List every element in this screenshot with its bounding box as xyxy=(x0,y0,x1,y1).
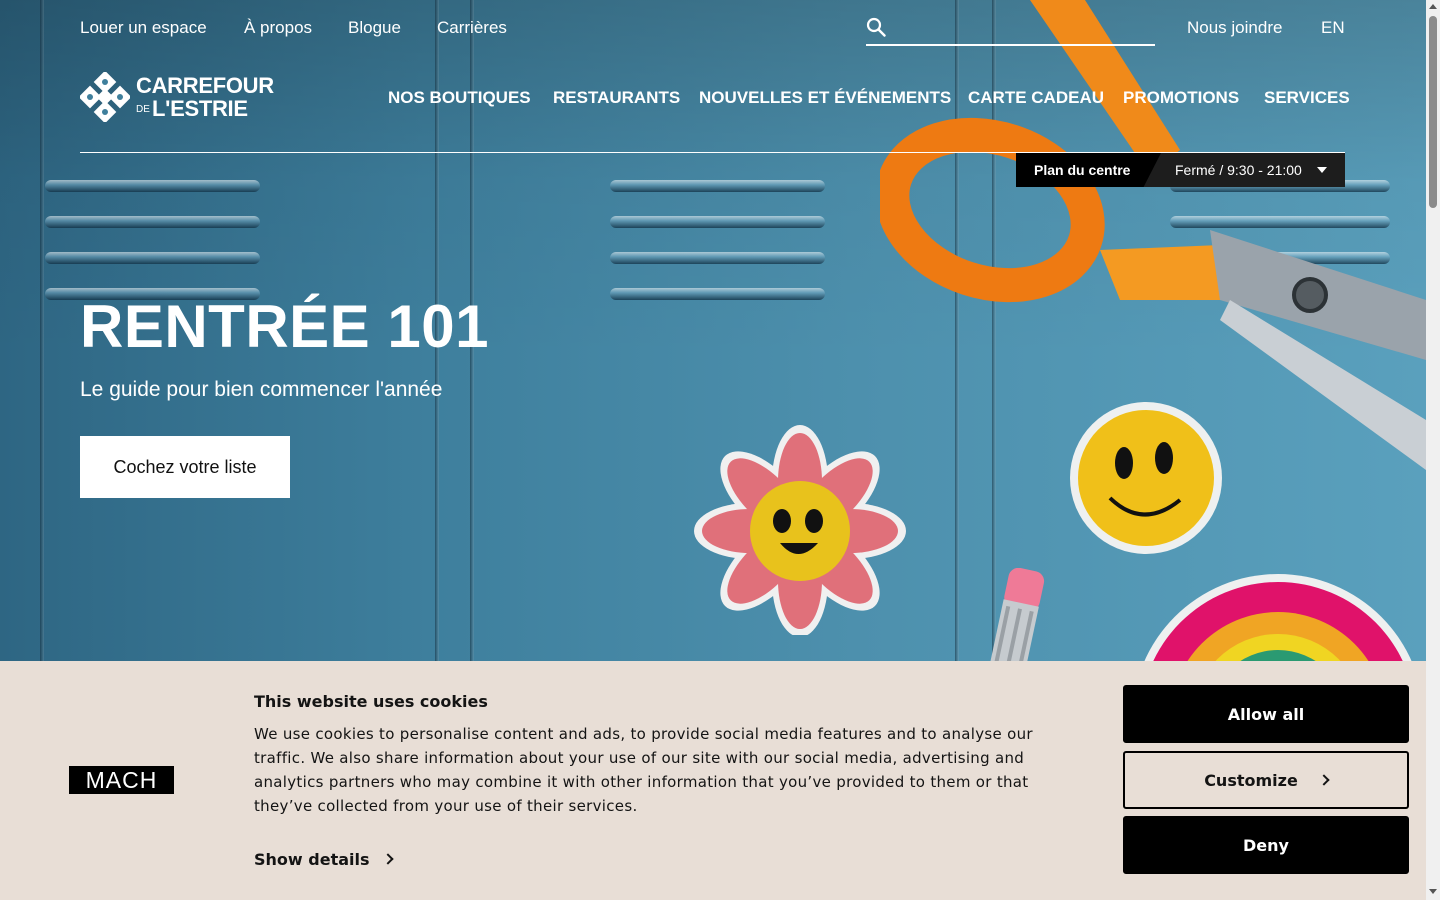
scrollbar-thumb[interactable] xyxy=(1429,16,1437,208)
page-scrollbar[interactable] xyxy=(1426,0,1440,900)
smiley-sticker-image xyxy=(1070,402,1222,554)
store-info-bar: Plan du centre Fermé / 9:30 - 21:00 xyxy=(1016,153,1345,187)
cookie-title: This website uses cookies xyxy=(254,692,488,711)
allow-all-button[interactable]: Allow all xyxy=(1123,685,1409,743)
search-input[interactable] xyxy=(896,14,1150,42)
plan-du-centre-label: Plan du centre xyxy=(1034,162,1131,178)
locker-vents xyxy=(610,180,825,324)
util-link-carrieres[interactable]: Carrières xyxy=(437,18,507,38)
language-toggle[interactable]: EN xyxy=(1321,18,1345,38)
search-bar xyxy=(866,12,1155,46)
logo-text-de: DE xyxy=(136,104,150,115)
hero-cta-button[interactable]: Cochez votre liste xyxy=(80,436,290,498)
customize-button[interactable]: Customize xyxy=(1123,751,1409,809)
search-icon[interactable] xyxy=(866,17,886,37)
contact-link[interactable]: Nous joindre xyxy=(1187,18,1282,38)
flower-sticker-image xyxy=(694,425,906,635)
scroll-up-arrow-icon[interactable] xyxy=(1429,4,1437,9)
util-link-blogue[interactable]: Blogue xyxy=(348,18,401,38)
show-details-link[interactable]: Show details xyxy=(254,849,394,871)
nav-services[interactable]: SERVICES xyxy=(1264,88,1350,108)
site-logo[interactable]: CARREFOUR DE L'ESTRIE xyxy=(80,72,290,126)
hero-subtitle: Le guide pour bien commencer l'année xyxy=(80,378,443,401)
logo-text-line1: CARREFOUR xyxy=(136,73,274,98)
cookie-description: We use cookies to personalise content an… xyxy=(254,725,1033,815)
deny-button[interactable]: Deny xyxy=(1123,816,1409,874)
cookie-banner: MACH This website uses cookies We use co… xyxy=(0,661,1426,900)
nav-restaurants[interactable]: RESTAURANTS xyxy=(553,88,680,108)
logo-text-line2: L'ESTRIE xyxy=(152,96,248,121)
util-link-a-propos[interactable]: À propos xyxy=(244,18,312,38)
customize-label: Customize xyxy=(1204,770,1298,790)
mach-logo: MACH xyxy=(69,766,174,794)
nav-carte-cadeau[interactable]: CARTE CADEAU xyxy=(968,88,1104,108)
hero-title: RENTRÉE 101 xyxy=(80,293,489,360)
chevron-right-icon xyxy=(1318,773,1330,786)
nav-promotions[interactable]: PROMOTIONS xyxy=(1123,88,1239,108)
plan-du-centre-button[interactable]: Plan du centre xyxy=(1016,153,1161,187)
nav-nos-boutiques[interactable]: NOS BOUTIQUES xyxy=(388,88,531,108)
scroll-down-arrow-icon[interactable] xyxy=(1429,889,1437,894)
util-link-louer[interactable]: Louer un espace xyxy=(80,18,207,38)
caret-down-icon[interactable] xyxy=(1317,167,1327,173)
show-details-label: Show details xyxy=(254,850,370,869)
nav-nouvelles-evenements[interactable]: NOUVELLES ET ÉVÉNEMENTS xyxy=(699,88,951,108)
pencil-image xyxy=(989,568,1045,668)
chevron-right-icon xyxy=(381,853,394,865)
rainbow-sticker-image xyxy=(1140,574,1416,670)
hours-dropdown[interactable]: Fermé / 9:30 - 21:00 xyxy=(1175,161,1302,179)
logo-mark-icon xyxy=(80,72,130,122)
